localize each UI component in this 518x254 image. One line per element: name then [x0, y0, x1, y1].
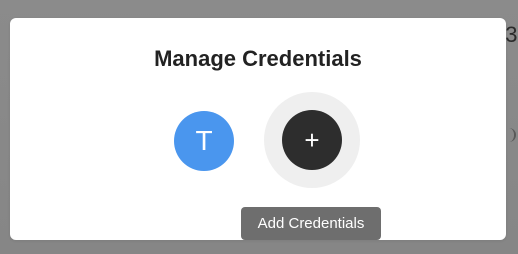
tooltip-label: Add Credentials	[257, 215, 365, 232]
plus-icon: +	[304, 125, 320, 155]
add-credentials-tooltip: Add Credentials	[241, 207, 381, 240]
credential-avatar-t[interactable]: T	[174, 111, 234, 171]
dialog-title: Manage Credentials	[154, 46, 362, 71]
add-credentials-hover-ring[interactable]: +	[264, 92, 360, 188]
credential-initial: T	[195, 125, 213, 156]
add-credentials-button[interactable]: +	[282, 110, 342, 170]
